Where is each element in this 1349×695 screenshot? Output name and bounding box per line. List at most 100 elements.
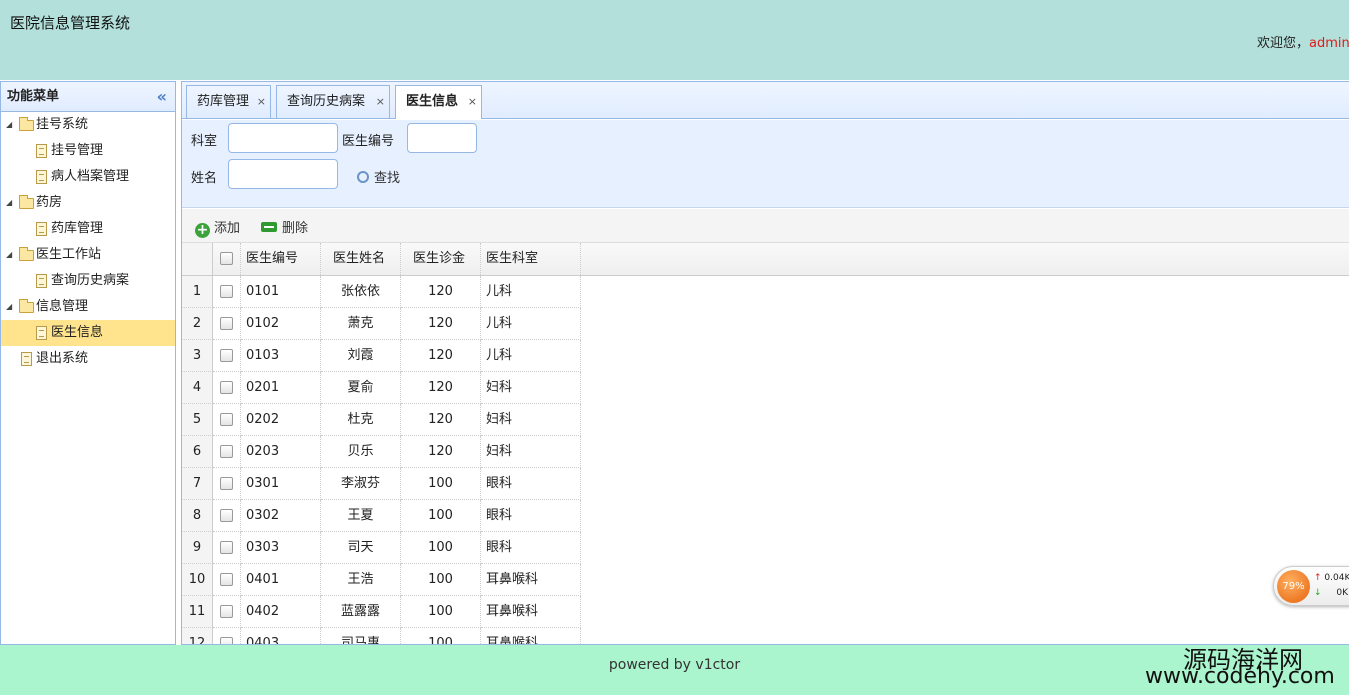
- row-select-cell: [213, 340, 241, 372]
- row-checkbox[interactable]: [220, 541, 233, 554]
- menu-folder-5[interactable]: ◢ 医生工作站: [1, 242, 175, 268]
- row-checkbox[interactable]: [220, 349, 233, 362]
- col-header-doctor-dept[interactable]: 医生科室: [481, 243, 581, 275]
- table-row[interactable]: 5 0202 杜克 120 妇科: [182, 404, 582, 436]
- select-all-checkbox[interactable]: [220, 252, 233, 265]
- table-row[interactable]: 7 0301 李淑芬 100 眼科: [182, 468, 582, 500]
- row-checkbox[interactable]: [220, 445, 233, 458]
- doctor-dept-cell: 眼科: [481, 532, 581, 564]
- table-row[interactable]: 8 0302 王夏 100 眼科: [182, 500, 582, 532]
- row-checkbox[interactable]: [220, 317, 233, 330]
- menu-item-8[interactable]: 医生信息: [1, 320, 175, 346]
- doctor-name-cell: 张依依: [321, 276, 401, 308]
- collapse-panel-icon[interactable]: «: [157, 82, 167, 112]
- table-row[interactable]: 12 0403 司马惠 100 耳鼻喉科: [182, 628, 582, 644]
- expand-arrow-icon[interactable]: ◢: [6, 294, 12, 320]
- menu-item-label: 退出系统: [36, 351, 89, 366]
- network-monitor-widget[interactable]: 79% ↑ 0.04K ↓ 0K: [1273, 566, 1349, 606]
- search-button[interactable]: 查找: [357, 167, 400, 186]
- doctor-dept-cell: 耳鼻喉科: [481, 628, 581, 644]
- row-checkbox[interactable]: [220, 509, 233, 522]
- row-checkbox[interactable]: [220, 573, 233, 586]
- file-icon: [36, 170, 47, 184]
- col-header-doctor-id[interactable]: 医生编号: [241, 243, 321, 275]
- doctor-fee-cell: 120: [401, 404, 481, 436]
- search-button-label: 查找: [374, 171, 401, 186]
- row-select-cell: [213, 404, 241, 436]
- table-row[interactable]: 1 0101 张依依 120 儿科: [182, 276, 582, 308]
- tabs-bar: 药库管理 × 查询历史病案 × 医生信息 ×: [182, 82, 1349, 119]
- row-checkbox[interactable]: [220, 477, 233, 490]
- table-row[interactable]: 4 0201 夏俞 120 妇科: [182, 372, 582, 404]
- doctor-no-input[interactable]: [407, 123, 477, 153]
- doctor-grid: 医生编号 医生姓名 医生诊金 医生科室 1 0101 张依依 120 儿科 2 0102 萧克…: [182, 243, 1349, 644]
- doctor-id-cell: 0303: [241, 532, 321, 564]
- expand-arrow-icon[interactable]: ◢: [6, 242, 12, 268]
- tab-doctor-info[interactable]: 医生信息 ×: [395, 85, 482, 119]
- col-header-doctor-name[interactable]: 医生姓名: [321, 243, 401, 275]
- doctor-fee-cell: 100: [401, 628, 481, 644]
- app-title: 医院信息管理系统: [10, 14, 131, 32]
- close-icon[interactable]: ×: [468, 86, 477, 117]
- delete-button-label: 删除: [282, 221, 309, 236]
- row-checkbox[interactable]: [220, 381, 233, 394]
- expand-arrow-icon[interactable]: ◢: [6, 112, 12, 138]
- menu-item-4[interactable]: 药库管理: [1, 216, 175, 242]
- welcome-prefix: 欢迎您，: [1257, 36, 1310, 51]
- menu-item-9[interactable]: 退出系统: [1, 346, 175, 372]
- row-number: 7: [182, 468, 213, 500]
- tab-history-records[interactable]: 查询历史病案 ×: [276, 85, 390, 118]
- doctor-dept-cell: 儿科: [481, 340, 581, 372]
- table-row[interactable]: 9 0303 司天 100 眼科: [182, 532, 582, 564]
- menu-folder-7[interactable]: ◢ 信息管理: [1, 294, 175, 320]
- tab-label: 查询历史病案: [287, 94, 366, 109]
- menu-item-label: 病人档案管理: [51, 169, 130, 184]
- doctor-dept-cell: 眼科: [481, 500, 581, 532]
- row-checkbox[interactable]: [220, 285, 233, 298]
- username-link[interactable]: admin: [1309, 36, 1349, 51]
- network-usage-gauge: 79%: [1277, 570, 1310, 603]
- name-input[interactable]: [228, 159, 338, 189]
- row-select-cell: [213, 596, 241, 628]
- menu-item-2[interactable]: 病人档案管理: [1, 164, 175, 190]
- doctor-name-cell: 夏俞: [321, 372, 401, 404]
- delete-button[interactable]: 删除: [261, 217, 308, 236]
- folder-icon: [19, 117, 34, 131]
- table-row[interactable]: 3 0103 刘霞 120 儿科: [182, 340, 582, 372]
- row-number: 12: [182, 628, 213, 644]
- select-all-cell: [213, 243, 241, 275]
- menu-folder-3[interactable]: ◢ 药房: [1, 190, 175, 216]
- name-label: 姓名: [191, 171, 218, 186]
- doctor-dept-cell: 眼科: [481, 468, 581, 500]
- row-checkbox[interactable]: [220, 413, 233, 426]
- menu-item-label: 挂号管理: [51, 143, 104, 158]
- table-row[interactable]: 11 0402 蓝露露 100 耳鼻喉科: [182, 596, 582, 628]
- row-checkbox[interactable]: [220, 605, 233, 618]
- doctor-dept-cell: 儿科: [481, 308, 581, 340]
- menu-item-6[interactable]: 查询历史病案: [1, 268, 175, 294]
- tab-drug-storage[interactable]: 药库管理 ×: [186, 85, 271, 118]
- row-checkbox[interactable]: [220, 637, 233, 644]
- close-icon[interactable]: ×: [376, 86, 385, 117]
- file-icon: [36, 222, 47, 236]
- add-button[interactable]: + 添加: [195, 217, 240, 238]
- col-header-doctor-fee[interactable]: 医生诊金: [401, 243, 481, 275]
- menu-item-label: 查询历史病案: [51, 273, 130, 288]
- search-panel: 科室 医生编号 姓名 查找: [182, 120, 1349, 208]
- file-icon: [36, 274, 47, 288]
- menu-folder-0[interactable]: ◢ 挂号系统: [1, 112, 175, 138]
- table-row[interactable]: 2 0102 萧克 120 儿科: [182, 308, 582, 340]
- app-header: 医院信息管理系统 欢迎您，admin: [0, 0, 1349, 80]
- upload-speed-value: 0.04K: [1324, 573, 1349, 583]
- menu-item-1[interactable]: 挂号管理: [1, 138, 175, 164]
- menu-item-label: 医生信息: [51, 325, 104, 340]
- table-row[interactable]: 6 0203 贝乐 120 妇科: [182, 436, 582, 468]
- table-row[interactable]: 10 0401 王浩 100 耳鼻喉科: [182, 564, 582, 596]
- close-icon[interactable]: ×: [257, 86, 266, 117]
- function-menu-title: 功能菜单: [7, 89, 60, 104]
- doctor-no-label: 医生编号: [342, 134, 395, 149]
- dept-input[interactable]: [228, 123, 338, 153]
- welcome-message: 欢迎您，admin: [1257, 32, 1349, 51]
- expand-arrow-icon[interactable]: ◢: [6, 190, 12, 216]
- doctor-name-cell: 司天: [321, 532, 401, 564]
